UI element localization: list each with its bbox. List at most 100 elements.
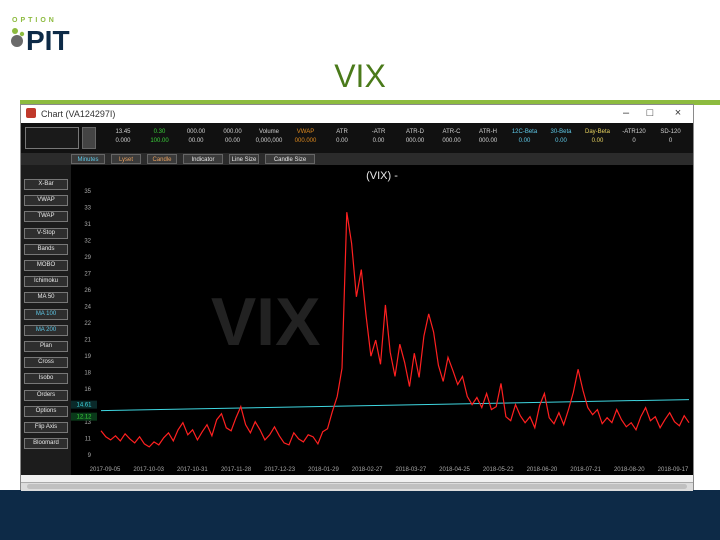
stat-cell: ATR-H 000.00	[468, 128, 508, 146]
indicator-button[interactable]: Flip Axis	[24, 422, 68, 433]
stat-label: ATR-D	[406, 129, 424, 135]
stat-label: 30-Beta	[550, 129, 572, 135]
stat-label: Volume	[258, 129, 279, 135]
indicator-button[interactable]: Bands	[24, 243, 68, 255]
stat-value: 0.00	[555, 138, 567, 144]
y-tick-label: 31	[84, 222, 91, 228]
chart-options-row: Minutes Lyset Candle Indicator Line Size Cand…	[21, 153, 693, 165]
y-tick-label: 27	[84, 272, 91, 278]
vix-series-line	[100, 212, 690, 448]
indicator-button[interactable]: Options	[24, 405, 68, 417]
indicator-button[interactable]: Bloomard	[24, 438, 68, 450]
stat-value: 0.00	[336, 138, 348, 144]
indicator-button[interactable]: TWAP	[24, 211, 68, 223]
stat-cell: ATR-D 000.00	[395, 128, 435, 146]
indicator-button[interactable]: Orders	[24, 389, 68, 401]
stat-value: 0.000	[115, 138, 131, 144]
stat-cell: VWAP 000.000	[286, 128, 326, 146]
y-tick-label: 19	[84, 354, 91, 360]
x-tick-label: 2018-05-22	[483, 467, 514, 473]
stat-label: Day-Beta	[584, 129, 610, 135]
option-tab[interactable]: Candle	[147, 154, 177, 164]
stat-label: 000.00	[223, 129, 242, 135]
x-tick-label: 2018-07-21	[570, 467, 601, 473]
indicator-button[interactable]: MA 50	[24, 292, 68, 304]
stat-cell: 30-Beta 0.00	[541, 128, 581, 146]
option-tab[interactable]: Line Size	[229, 154, 259, 164]
indicator-button[interactable]: Ichimoku	[24, 276, 68, 288]
stat-label: SD-120	[660, 129, 681, 135]
option-tab[interactable]: Minutes	[71, 154, 105, 164]
y-tick-label: 22	[84, 321, 91, 327]
stat-label: 000.00	[186, 129, 206, 135]
y-tick-label: 24	[84, 305, 91, 311]
option-pit-logo: OPTION PIT	[11, 17, 70, 54]
indicator-button[interactable]: MA 200	[24, 324, 68, 336]
minimize-button[interactable]: –	[617, 107, 635, 119]
stat-value: 00.00	[188, 138, 204, 144]
chart-window: Chart (VA124297I) – □ × 13.45 0.000 0.30 10…	[20, 104, 694, 491]
stat-cell: 000.00 00.00	[213, 128, 253, 146]
x-tick-label: 2017-11-28	[221, 467, 252, 473]
stat-value: 0.00	[591, 138, 604, 144]
stat-value: 000.00	[478, 138, 498, 144]
y-tick-label: 33	[84, 206, 91, 212]
maximize-button[interactable]: □	[641, 107, 659, 119]
stat-cell: Day-Beta 0.00	[578, 128, 618, 146]
option-tab[interactable]: Indicator	[183, 154, 223, 164]
stat-label: 12C-Beta	[511, 129, 538, 135]
stat-value: 000.00	[405, 138, 425, 144]
indicator-button[interactable]: Plan	[24, 341, 68, 352]
indicator-button[interactable]: V-Stop	[24, 227, 68, 239]
indicator-button[interactable]: VWAP	[24, 195, 68, 207]
stat-cell: 000.00 00.00	[176, 128, 216, 146]
indicator-button[interactable]: MA 100	[24, 308, 68, 320]
vix-chart[interactable]: VIX(VIX) -353331322927262422211918161413…	[71, 165, 693, 475]
stat-value: 000.00	[442, 138, 461, 144]
stat-value: 100.00	[150, 138, 169, 144]
x-tick-label: 2017-12-23	[264, 467, 295, 473]
stat-cell: 0.30 100.00	[140, 128, 180, 146]
stat-value: 000.000	[294, 138, 317, 144]
chart-area[interactable]: VIX(VIX) -353331322927262422211918161413…	[71, 165, 693, 475]
scrollbar-thumb[interactable]	[27, 484, 687, 489]
stat-cell: -ATR 0.00	[359, 128, 399, 146]
y-tick-label: 11	[85, 437, 92, 443]
stat-label: -ATR	[371, 129, 386, 135]
x-tick-label: 2017-10-31	[177, 467, 208, 473]
y-tick-label: 16	[84, 387, 91, 393]
stat-label: 0.30	[153, 129, 166, 135]
y-tick-label: 29	[84, 255, 91, 261]
footer-band	[0, 490, 720, 540]
x-tick-label: 2018-02-27	[352, 467, 383, 473]
y-tick-label: 35	[84, 189, 91, 195]
indicator-button[interactable]: X-Bar	[24, 179, 68, 190]
x-tick-label: 2018-06-20	[527, 467, 558, 473]
close-button[interactable]: ×	[669, 107, 687, 119]
y-tick-label: 21	[84, 338, 91, 344]
app-icon	[26, 108, 36, 118]
logo-top-text: OPTION	[12, 17, 57, 24]
y-tick-label: 18	[84, 371, 91, 377]
option-tab[interactable]: Lyset	[111, 154, 141, 164]
indicator-button[interactable]: MOBO	[24, 260, 68, 271]
x-tick-label: 2018-01-29	[308, 467, 339, 473]
option-tab[interactable]: Candle Size	[265, 154, 315, 164]
chart-watermark: VIX	[211, 284, 321, 360]
y-tick-label: 9	[88, 453, 92, 459]
y-tick-label: 13	[84, 420, 91, 426]
stat-value: 0.00	[518, 138, 531, 144]
stat-cell: -ATR120 0	[614, 128, 654, 146]
stat-value: 0	[632, 138, 636, 144]
current-value-label: 12.12	[76, 415, 92, 421]
stat-cell: SD-120 0	[651, 128, 691, 146]
current-value-label: 14.61	[76, 403, 92, 409]
stat-label: ATR-C	[442, 129, 461, 135]
x-tick-label: 2017-10-03	[133, 467, 164, 473]
y-tick-label: 26	[84, 288, 91, 294]
horizontal-scrollbar[interactable]	[21, 482, 693, 491]
symbol-input[interactable]	[25, 127, 79, 149]
symbol-go-button[interactable]	[82, 127, 96, 149]
indicator-button[interactable]: Isobo	[24, 373, 68, 385]
indicator-button[interactable]: Cross	[24, 357, 68, 369]
